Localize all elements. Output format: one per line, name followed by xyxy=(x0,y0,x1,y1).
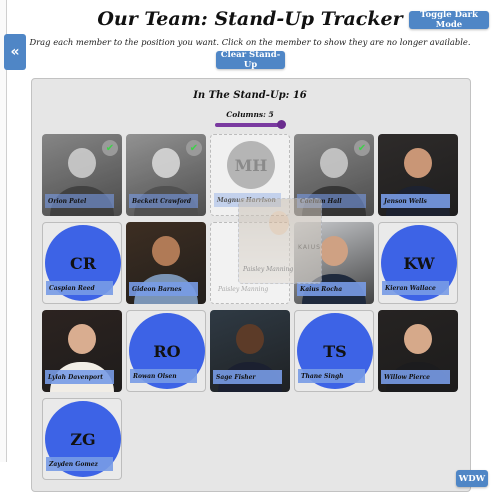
member-initials: MH xyxy=(227,141,275,189)
columns-slider-track[interactable] xyxy=(215,123,283,127)
standup-count: In The Stand-Up: 16 xyxy=(193,90,307,101)
toggle-dark-mode-button[interactable]: Toggle Dark Mode xyxy=(409,10,489,30)
drop-target-label: Paisley Manning xyxy=(218,286,269,293)
columns-label: Columns: 5 xyxy=(226,110,274,119)
member-name: Rowan Olsen xyxy=(130,369,197,383)
member-card[interactable]: Gideon Barnes xyxy=(126,222,206,304)
member-name: Beckett Crawford xyxy=(129,194,198,208)
clear-standup-button[interactable]: Clear Stand-Up xyxy=(216,50,285,70)
member-face xyxy=(320,236,348,266)
wdw-button[interactable]: WDW xyxy=(456,470,488,487)
member-card[interactable]: Jenson Wells xyxy=(378,134,458,216)
instructions-text: Drag each member to the position you wan… xyxy=(29,37,471,47)
checkmark-icon: ✔ xyxy=(102,140,118,156)
member-card[interactable]: KW Kieran Wallace xyxy=(378,222,458,304)
member-name: Gideon Barnes xyxy=(129,282,198,296)
member-card[interactable]: Willow Pierce xyxy=(378,310,458,392)
columns-slider-thumb[interactable] xyxy=(277,120,286,129)
member-name: Kieran Wallace xyxy=(382,281,449,295)
member-face xyxy=(320,148,348,178)
member-card[interactable]: RO Rowan Olsen xyxy=(126,310,206,392)
ghost-name: Paisley Manning xyxy=(243,266,294,273)
drag-ghost-card[interactable]: Paisley Manning xyxy=(238,198,322,284)
checkmark-icon: ✔ xyxy=(186,140,202,156)
member-name: Willow Pierce xyxy=(381,370,450,384)
member-name: Sage Fisher xyxy=(213,370,282,384)
member-face xyxy=(68,324,96,354)
ghost-head xyxy=(269,211,289,235)
member-face xyxy=(152,236,180,266)
member-face xyxy=(68,148,96,178)
member-face xyxy=(404,148,432,178)
member-face xyxy=(404,324,432,354)
member-face xyxy=(236,324,264,354)
member-name: Kaius Rocha xyxy=(297,282,366,296)
member-card[interactable]: TS Thane Singh xyxy=(294,310,374,392)
member-name: Jenson Wells xyxy=(381,194,450,208)
member-face xyxy=(152,148,180,178)
member-name: Lylah Davenport xyxy=(45,370,114,384)
member-card[interactable]: ✔ Beckett Crawford xyxy=(126,134,206,216)
member-name: Caspian Reed xyxy=(46,281,113,295)
checkmark-icon: ✔ xyxy=(354,140,370,156)
member-name: Zayden Gomez xyxy=(46,457,113,471)
member-card[interactable]: CR Caspian Reed xyxy=(42,222,122,304)
member-card[interactable]: Sage Fisher xyxy=(210,310,290,392)
member-name: Thane Singh xyxy=(298,369,365,383)
member-card[interactable]: ✔ Orion Patel xyxy=(42,134,122,216)
member-card[interactable]: Lylah Davenport xyxy=(42,310,122,392)
member-card[interactable]: ZG Zayden Gomez xyxy=(42,398,122,480)
member-name: Orion Patel xyxy=(45,194,114,208)
